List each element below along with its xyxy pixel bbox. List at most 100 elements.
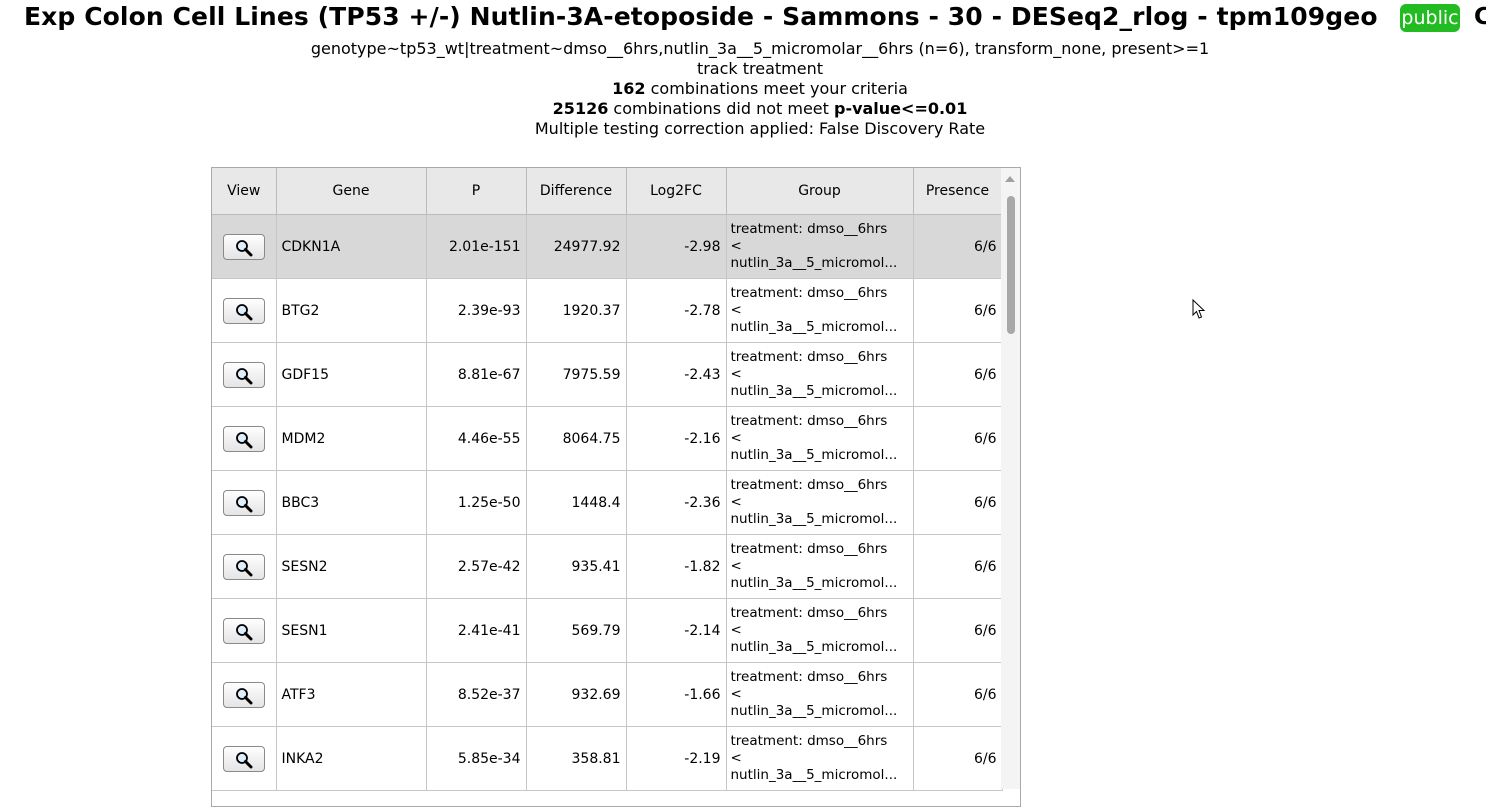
view-button[interactable]	[222, 361, 265, 388]
group-line: treatment: dmso__6hrs	[730, 541, 888, 557]
table-row[interactable]: INKA2 5.85e-34 358.81 -2.19 treatment: dmso_…	[212, 726, 1003, 791]
group-line: treatment: dmso__6hrs	[730, 477, 888, 493]
view-button[interactable]	[222, 681, 265, 708]
gene-cell: INKA2	[276, 726, 427, 791]
gene-cell: GDF15	[276, 342, 427, 407]
magnifier-icon	[235, 496, 253, 513]
magnifier-icon	[235, 432, 253, 449]
mouse-pointer-icon	[1192, 299, 1206, 319]
public-badge[interactable]: public	[1400, 4, 1460, 32]
group-cell: treatment: dmso__6hrs < nutlin_3a__5_micro…	[726, 470, 914, 535]
p-cell: 1.25e-50	[426, 470, 527, 535]
log2fc-cell: -2.43	[626, 342, 727, 407]
track-line: track treatment	[696, 59, 824, 78]
table-row[interactable]: SESN1 2.41e-41 569.79 -2.14 treatment: dmso_…	[212, 598, 1003, 663]
difference-cell: 8064.75	[526, 406, 627, 471]
gene-cell: MDM2	[276, 406, 427, 471]
presence-cell: 6/6	[913, 214, 1003, 279]
magnifier-icon	[235, 624, 253, 641]
difference-cell: 935.41	[526, 534, 627, 599]
group-line: <	[730, 750, 742, 766]
table-row[interactable]: SESN2 2.57e-42 935.41 -1.82 treatment: dmso_…	[212, 534, 1003, 599]
column-header-group[interactable]: Group	[726, 168, 914, 215]
magnifier-icon	[235, 304, 253, 321]
group-cell: treatment: dmso__6hrs < nutlin_3a__5_micro…	[726, 662, 914, 727]
group-line: nutlin_3a__5_micromol...	[730, 575, 898, 591]
view-cell	[212, 534, 277, 599]
table-row[interactable]: BTG2 2.39e-93 1920.37 -2.78 treatment: dmso_…	[212, 278, 1003, 343]
group-line: <	[730, 302, 742, 318]
group-cell: treatment: dmso__6hrs < nutlin_3a__5_micro…	[726, 214, 914, 279]
group-line: nutlin_3a__5_micromol...	[730, 703, 898, 719]
difference-cell: 7975.59	[526, 342, 627, 407]
scroll-up-arrow-icon[interactable]	[1005, 176, 1015, 182]
view-button[interactable]	[222, 233, 265, 260]
header-row: View Gene P Difference Log2FC Group Pres…	[212, 168, 1003, 215]
magnifier-icon	[235, 752, 253, 769]
magnifier-icon	[235, 368, 253, 385]
view-button[interactable]	[222, 297, 265, 324]
column-header-difference[interactable]: Difference	[526, 168, 627, 215]
table-row[interactable]: BBC3 1.25e-50 1448.4 -2.36 treatment: dmso__…	[212, 470, 1003, 535]
criteria-line: genotype~tp53_wt|treatment~dmso__6hrs,nu…	[310, 39, 1210, 58]
met-count: 162	[612, 79, 646, 98]
column-header-view[interactable]: View	[212, 168, 277, 215]
view-cell	[212, 662, 277, 727]
group-cell: treatment: dmso__6hrs < nutlin_3a__5_micro…	[726, 726, 914, 791]
p-cell: 2.57e-42	[426, 534, 527, 599]
column-header-presence[interactable]: Presence	[913, 168, 1003, 215]
view-cell	[212, 406, 277, 471]
group-line: <	[730, 558, 742, 574]
view-cell	[212, 278, 277, 343]
scroll-thumb[interactable]	[1007, 196, 1015, 334]
view-button[interactable]	[222, 489, 265, 516]
view-button[interactable]	[222, 553, 265, 580]
column-header-gene[interactable]: Gene	[276, 168, 427, 215]
header-trailing-glyph: C	[1474, 4, 1486, 30]
table-row[interactable]: GDF15 8.81e-67 7975.59 -2.43 treatment: dmso…	[212, 342, 1003, 407]
presence-cell: 6/6	[913, 470, 1003, 535]
view-button[interactable]	[222, 745, 265, 772]
column-header-log2fc[interactable]: Log2FC	[626, 168, 727, 215]
group-cell: treatment: dmso__6hrs < nutlin_3a__5_micro…	[726, 534, 914, 599]
query-summary: genotype~tp53_wt|treatment~dmso__6hrs,nu…	[0, 39, 1486, 139]
view-cell	[212, 214, 277, 279]
view-cell	[212, 598, 277, 663]
unmet-count: 25126	[552, 99, 609, 118]
table-row[interactable]: ATF3 8.52e-37 932.69 -1.66 treatment: dmso__…	[212, 662, 1003, 727]
group-line: treatment: dmso__6hrs	[730, 605, 888, 621]
difference-cell: 932.69	[526, 662, 627, 727]
group-line: treatment: dmso__6hrs	[730, 669, 888, 685]
grid-scrollbar[interactable]	[1001, 168, 1020, 789]
correction-line: Multiple testing correction applied: Fal…	[534, 119, 986, 138]
gene-cell: ATF3	[276, 662, 427, 727]
log2fc-cell: -2.98	[626, 214, 727, 279]
column-header-p[interactable]: P	[426, 168, 527, 215]
log2fc-cell: -1.66	[626, 662, 727, 727]
group-line: treatment: dmso__6hrs	[730, 733, 888, 749]
page-header: Exp Colon Cell Lines (TP53 +/-) Nutlin-3…	[0, 0, 1486, 36]
log2fc-cell: -2.16	[626, 406, 727, 471]
gene-cell: CDKN1A	[276, 214, 427, 279]
presence-cell: 6/6	[913, 278, 1003, 343]
table-row[interactable]: CDKN1A 2.01e-151 24977.92 -2.98 treatment: d…	[212, 214, 1003, 279]
table-row[interactable]: MDM2 4.46e-55 8064.75 -2.16 treatment: dmso_…	[212, 406, 1003, 471]
view-button[interactable]	[222, 425, 265, 452]
met-criteria-line: 162 combinations meet your criteria	[0, 79, 1486, 99]
group-line: nutlin_3a__5_micromol...	[730, 447, 898, 463]
group-line: nutlin_3a__5_micromol...	[730, 255, 898, 271]
group-cell: treatment: dmso__6hrs < nutlin_3a__5_micro…	[726, 598, 914, 663]
presence-cell: 6/6	[913, 534, 1003, 599]
group-line: nutlin_3a__5_micromol...	[730, 511, 898, 527]
group-cell: treatment: dmso__6hrs < nutlin_3a__5_micro…	[726, 342, 914, 407]
unmet-threshold: p-value<=0.01	[833, 99, 968, 118]
unmet-criteria-line: 25126 combinations did not meet p-value<…	[0, 99, 1486, 119]
p-cell: 5.85e-34	[426, 726, 527, 791]
group-line: nutlin_3a__5_micromol...	[730, 383, 898, 399]
group-cell: treatment: dmso__6hrs < nutlin_3a__5_micro…	[726, 278, 914, 343]
view-cell	[212, 342, 277, 407]
difference-cell: 1448.4	[526, 470, 627, 535]
view-button[interactable]	[222, 617, 265, 644]
presence-cell: 6/6	[913, 598, 1003, 663]
log2fc-cell: -2.36	[626, 470, 727, 535]
